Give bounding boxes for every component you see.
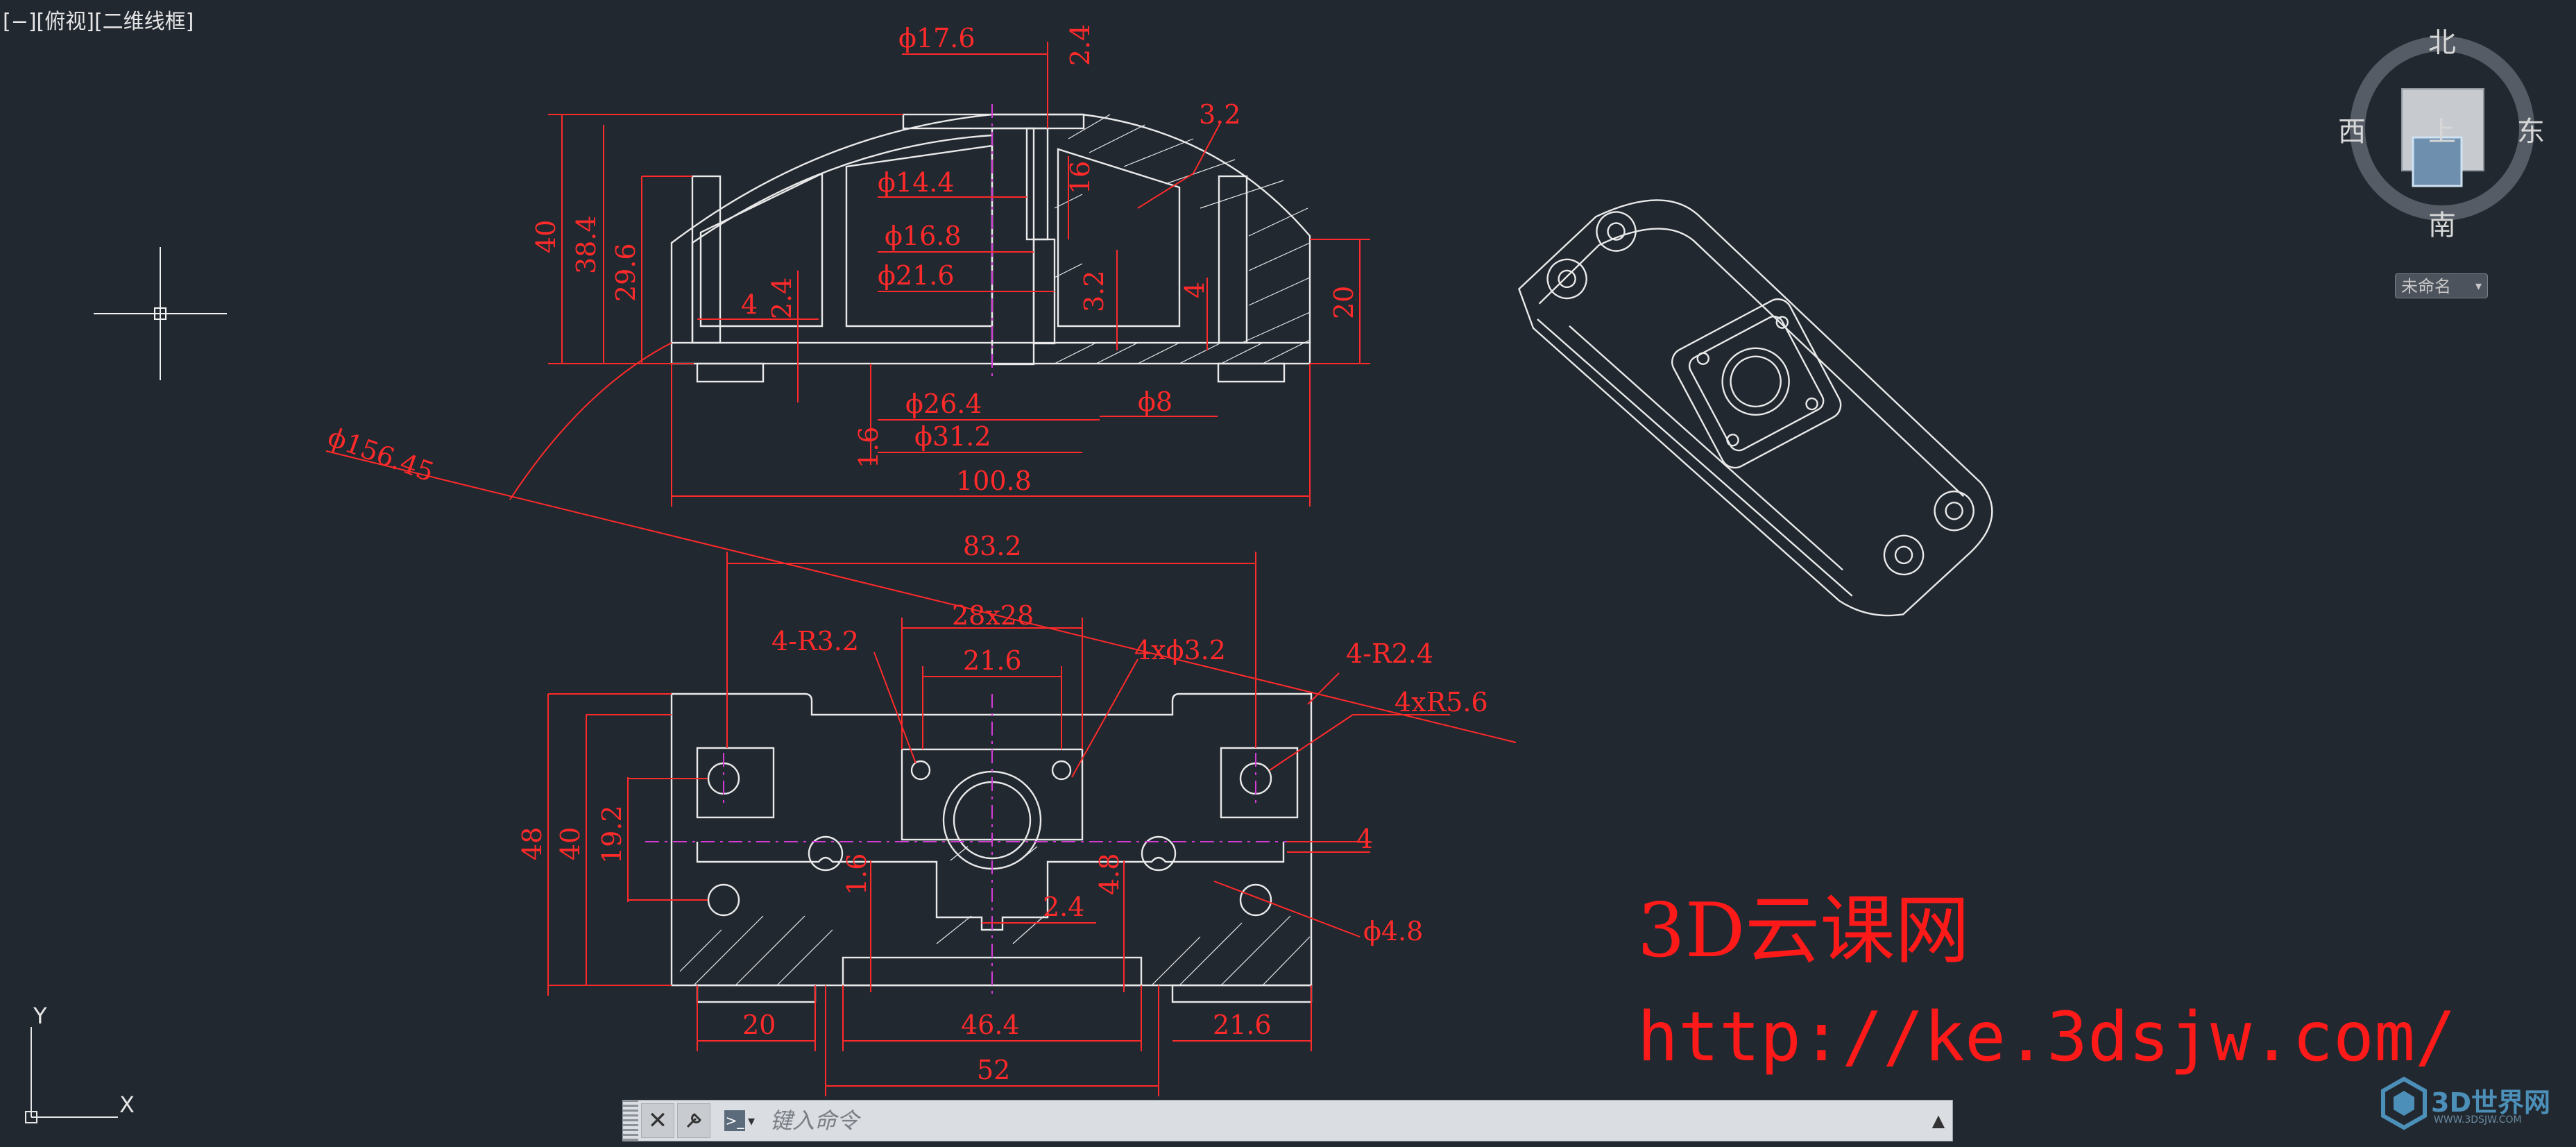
isometric-view (1518, 199, 1993, 617)
svg-text:4: 4 (1179, 282, 1210, 298)
svg-text:4: 4 (1356, 824, 1373, 854)
svg-text:4xR5.6: 4xR5.6 (1394, 687, 1488, 717)
top-view-geometry (670, 104, 1311, 383)
svg-text:3.2: 3.2 (1199, 99, 1240, 130)
svg-text:X: X (119, 1091, 135, 1118)
svg-text:21.6: 21.6 (1213, 1010, 1272, 1040)
chevron-up-icon[interactable]: ▲ (1925, 1111, 1952, 1130)
recent-commands-button[interactable]: >_ ▾ (717, 1105, 762, 1136)
drawing-canvas[interactable]: Y X ϕ17.6 2.4 3.2 ϕ14.4 ϕ16.8 ϕ21.6 16 3… (0, 0, 2576, 1147)
command-prompt-icon: >_ (724, 1110, 745, 1131)
svg-text:1.6: 1.6 (853, 427, 884, 468)
svg-text:46.4: 46.4 (961, 1010, 1020, 1040)
logo-url: WWW.3DSJW.COM (2434, 1114, 2522, 1125)
watermark-text: 3D云课网 http://ke.3dsjw.com/ (1637, 887, 2456, 1077)
svg-text:38.4: 38.4 (571, 215, 602, 274)
svg-text:4-R3.2: 4-R3.2 (771, 626, 859, 656)
close-button[interactable]: ✕ (641, 1103, 674, 1138)
svg-text:29.6: 29.6 (611, 243, 641, 302)
svg-text:21.6: 21.6 (963, 645, 1022, 676)
wrench-icon[interactable] (677, 1103, 710, 1138)
front-view-dimensions: 83.2 28x28 4-R3.2 21.6 4xϕ3.2 4-R2.4 4xR… (517, 531, 1488, 1096)
svg-text:3.2: 3.2 (1079, 271, 1109, 312)
svg-text:ϕ14.4: ϕ14.4 (878, 167, 955, 198)
svg-text:3D云课网: 3D云课网 (1637, 887, 1970, 974)
svg-text:ϕ21.6: ϕ21.6 (878, 260, 955, 291)
svg-text:2.4: 2.4 (1043, 892, 1084, 922)
svg-text:83.2: 83.2 (963, 531, 1022, 561)
svg-text:4xϕ3.2: 4xϕ3.2 (1134, 635, 1226, 665)
viewcube[interactable]: 北 南 东 西 上 (2338, 27, 2545, 241)
cube-logo-icon (2381, 1076, 2427, 1130)
svg-text:ϕ16.8: ϕ16.8 (885, 221, 962, 251)
svg-text:4-R2.4: 4-R2.4 (1346, 638, 1433, 669)
named-view-dropdown[interactable]: 未命名 ▾ (2395, 273, 2488, 298)
crosshair-cursor (94, 247, 227, 380)
chevron-down-icon: ▾ (2475, 279, 2482, 294)
viewcube-face-label: 上 (2428, 116, 2456, 148)
svg-text:http://ke.3dsjw.com/: http://ke.3dsjw.com/ (1637, 998, 2456, 1077)
logo-name: 3D世界网 (2431, 1087, 2550, 1118)
command-line-grip[interactable] (623, 1101, 638, 1141)
svg-text:ϕ4.8: ϕ4.8 (1363, 916, 1423, 946)
svg-text:28x28: 28x28 (952, 600, 1034, 631)
svg-text:ϕ26.4: ϕ26.4 (905, 389, 982, 419)
svg-text:ϕ31.2: ϕ31.2 (914, 421, 991, 452)
viewcube-east-label: 东 (2517, 116, 2545, 148)
svg-text:16: 16 (1065, 161, 1095, 194)
viewcube-north-label: 北 (2428, 27, 2456, 59)
svg-text:2.4: 2.4 (767, 278, 797, 319)
front-view-geometry (645, 693, 1313, 1003)
svg-text:48: 48 (517, 827, 547, 860)
svg-text:4: 4 (741, 289, 758, 320)
svg-text:40: 40 (531, 220, 561, 253)
viewcube-south-label: 南 (2428, 210, 2456, 241)
svg-text:ϕ8: ϕ8 (1138, 386, 1172, 417)
svg-text:Y: Y (33, 1003, 47, 1029)
svg-text:20: 20 (1329, 286, 1359, 319)
svg-text:1.6: 1.6 (842, 853, 872, 895)
svg-text:100.8: 100.8 (956, 466, 1032, 496)
svg-text:19.2: 19.2 (597, 805, 627, 864)
svg-text:4.8: 4.8 (1094, 853, 1125, 895)
chevron-down-icon: ▾ (747, 1112, 756, 1129)
svg-text:52: 52 (977, 1055, 1010, 1085)
top-view-dimensions: ϕ17.6 2.4 3.2 ϕ14.4 ϕ16.8 ϕ21.6 16 3.2 4… (324, 23, 1517, 743)
svg-text:ϕ156.45: ϕ156.45 (324, 421, 438, 488)
svg-text:ϕ17.6: ϕ17.6 (898, 23, 975, 53)
svg-text:40: 40 (555, 827, 586, 860)
command-input[interactable] (762, 1105, 1925, 1137)
svg-text:2.4: 2.4 (1065, 24, 1095, 66)
svg-text:20: 20 (742, 1010, 776, 1040)
site-logo: 3D世界网 WWW.3DSJW.COM (2380, 1076, 2567, 1138)
viewcube-west-label: 西 (2338, 116, 2366, 148)
ucs-icon: Y X (25, 1003, 135, 1123)
named-view-label: 未命名 (2401, 277, 2451, 296)
command-line[interactable]: ✕ >_ ▾ ▲ (622, 1100, 1953, 1141)
